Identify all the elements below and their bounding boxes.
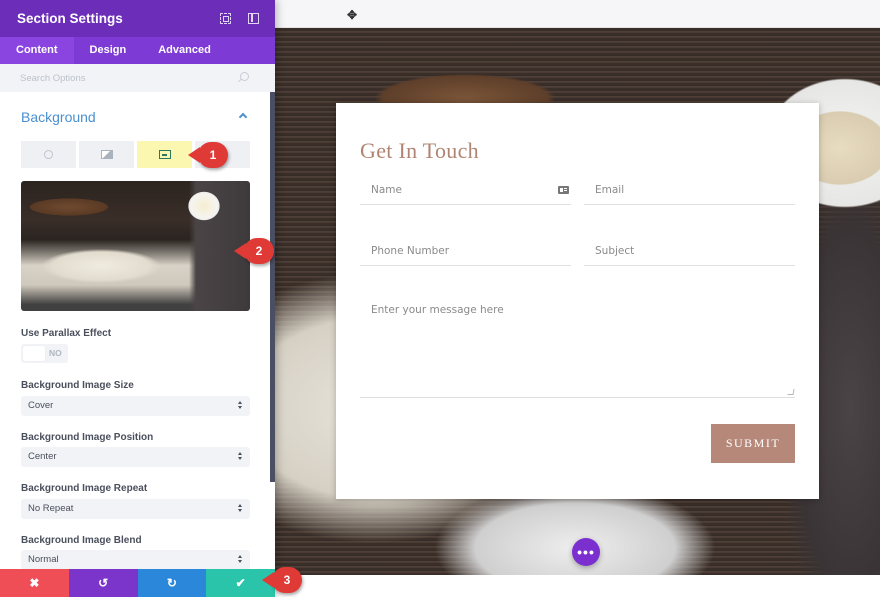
- tab-design[interactable]: Design: [74, 37, 143, 64]
- search-icon: [240, 72, 249, 81]
- bg-tab-color[interactable]: [21, 141, 76, 168]
- image-position-select[interactable]: Center: [21, 447, 250, 467]
- background-image-preview[interactable]: [21, 181, 250, 311]
- submit-button[interactable]: SUBMIT: [711, 424, 795, 463]
- bg-tab-image[interactable]: [137, 141, 192, 168]
- select-arrows-icon: [238, 452, 243, 462]
- sidebar-title: Section Settings: [17, 11, 123, 26]
- undo-button[interactable]: ↺: [68, 569, 138, 597]
- email-field-wrap: [584, 175, 795, 205]
- sidebar-scrollbar[interactable]: [270, 92, 275, 482]
- tab-content[interactable]: Content: [0, 37, 74, 64]
- canvas-topbar: ✥: [275, 0, 880, 28]
- subject-input[interactable]: [584, 236, 795, 265]
- page-canvas: ✥ Get In Touch Name Email Phone Number S…: [275, 0, 880, 597]
- callout-2: 2: [234, 238, 274, 264]
- email-input[interactable]: [584, 175, 795, 204]
- image-repeat-select[interactable]: No Repeat: [21, 499, 250, 519]
- section-background-image[interactable]: Get In Touch SUBMIT: [275, 28, 880, 575]
- paint-bucket-icon: [42, 148, 55, 161]
- contact-card-icon[interactable]: [558, 186, 569, 194]
- name-field-wrap: [360, 175, 571, 205]
- image-blend-value: Normal: [28, 554, 59, 565]
- phone-input[interactable]: [360, 236, 571, 265]
- image-size-label: Background Image Size: [21, 380, 134, 391]
- image-size-select[interactable]: Cover: [21, 396, 250, 416]
- subject-field-wrap: [584, 236, 795, 266]
- split-view-icon[interactable]: [248, 13, 259, 24]
- gradient-icon: [100, 150, 113, 159]
- message-field-wrap: [360, 298, 795, 398]
- phone-field-wrap: [360, 236, 571, 266]
- settings-sidebar: Section Settings Content Design Advanced…: [0, 0, 275, 597]
- sidebar-header: Section Settings: [0, 0, 275, 37]
- toggle-state: NO: [49, 348, 62, 358]
- toggle-knob: [23, 346, 45, 361]
- sidebar-footer: ✖ ↺ ↻ ✔: [0, 569, 275, 597]
- resize-grip-icon[interactable]: [787, 389, 795, 395]
- image-repeat-value: No Repeat: [28, 503, 74, 514]
- parallax-toggle[interactable]: NO: [21, 344, 68, 363]
- sidebar-body: Background Use Parallax Effect NO Backgr…: [0, 92, 275, 569]
- image-position-value: Center: [28, 451, 57, 462]
- fullscreen-icon[interactable]: [220, 13, 231, 24]
- image-size-value: Cover: [28, 400, 54, 411]
- move-icon[interactable]: ✥: [347, 9, 357, 21]
- search-bar: [0, 64, 275, 92]
- sidebar-tabs: Content Design Advanced: [0, 37, 275, 64]
- more-options-button[interactable]: •••: [572, 538, 600, 566]
- callout-3: 3: [262, 567, 302, 593]
- contact-form-card: Get In Touch SUBMIT: [336, 103, 819, 499]
- redo-button[interactable]: ↻: [137, 569, 207, 597]
- background-section-title[interactable]: Background: [21, 109, 96, 125]
- select-arrows-icon: [238, 555, 243, 565]
- image-repeat-label: Background Image Repeat: [21, 483, 148, 494]
- canvas-bottom-area: [275, 575, 880, 597]
- chevron-up-icon[interactable]: [238, 112, 248, 122]
- select-arrows-icon: [238, 504, 243, 514]
- form-title: Get In Touch: [360, 138, 479, 163]
- builder-root: ✥ Get In Touch Name Email Phone Number S…: [0, 0, 880, 597]
- image-blend-select[interactable]: Normal: [21, 550, 250, 569]
- parallax-label: Use Parallax Effect: [21, 328, 112, 339]
- image-icon: [158, 150, 171, 159]
- callout-1: 1: [188, 142, 228, 168]
- image-position-label: Background Image Position: [21, 432, 154, 443]
- select-arrows-icon: [238, 401, 243, 411]
- name-input[interactable]: [360, 175, 571, 204]
- search-input[interactable]: [0, 64, 275, 92]
- bg-tab-gradient[interactable]: [79, 141, 134, 168]
- cancel-button[interactable]: ✖: [0, 569, 69, 597]
- image-blend-label: Background Image Blend: [21, 535, 142, 546]
- message-textarea[interactable]: [360, 298, 795, 397]
- tab-advanced[interactable]: Advanced: [142, 37, 227, 64]
